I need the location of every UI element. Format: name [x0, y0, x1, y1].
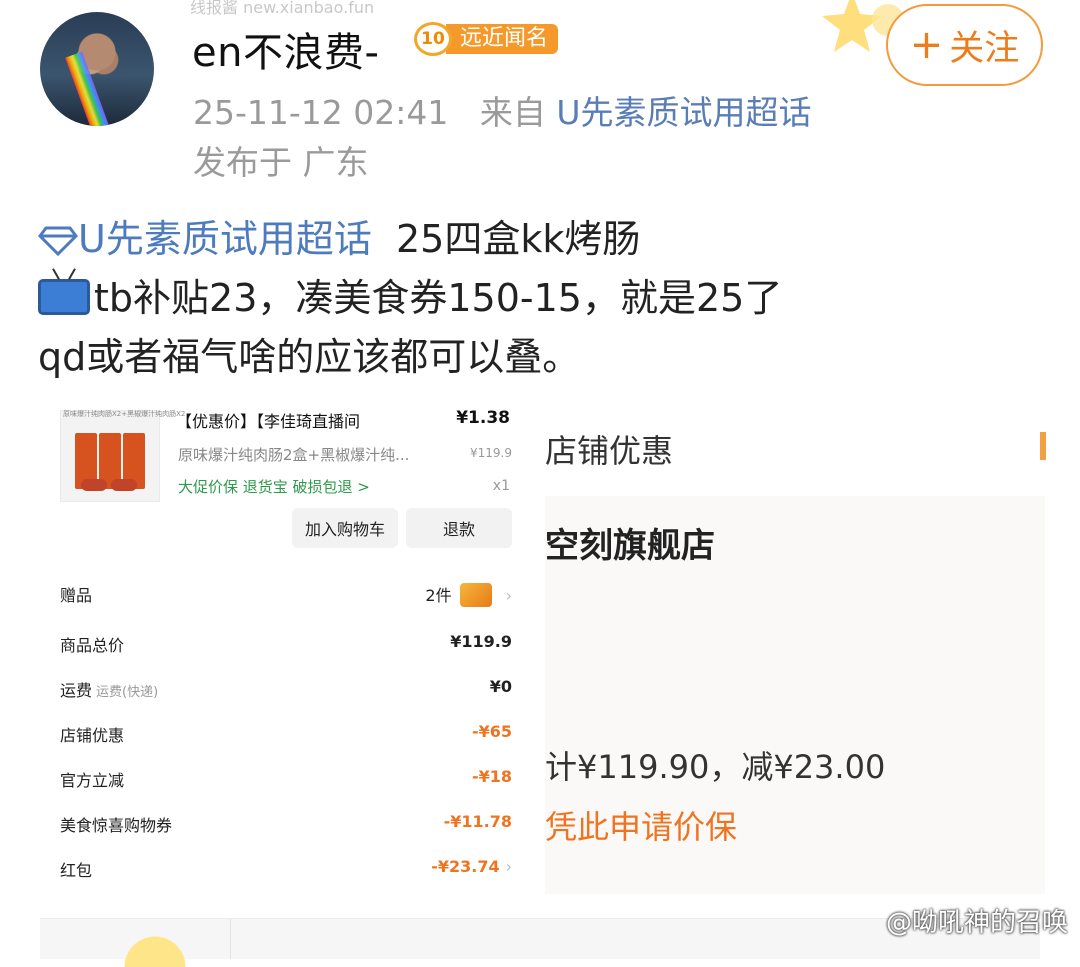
price-row-value: 2件 ›	[425, 582, 512, 607]
post-line-1-text: 25四盒kk烤肠	[396, 217, 641, 261]
price-row-label-text: 红包	[60, 861, 93, 880]
topic-link[interactable]: U先素质试用超话	[78, 217, 372, 261]
price-row: 运费 运费(快递) ¥0	[60, 677, 512, 707]
level-number: 10	[414, 22, 452, 56]
order-screenshot-right[interactable]: 店铺优惠 空刻旗舰店 计¥119.90，减¥23.00 凭此申请价保	[545, 396, 1045, 894]
price-row-label: 商品总价	[60, 632, 124, 656]
price-row-label: 红包	[60, 857, 92, 881]
post-body: U先素质试用超话 25四盒kk烤肠 tb补贴23，凑美食券150-15，就是25…	[38, 210, 1048, 387]
product-title: 【优惠价】【李佳琦直播间	[176, 412, 361, 431]
price-row-value-text: -¥23.74	[431, 857, 500, 876]
level-badge[interactable]: 10 远近闻名	[414, 22, 559, 56]
product-thumbnail: 原味爆汁纯肉肠X2+黑椒爆汁纯肉肠X2	[60, 410, 185, 502]
diamond-icon	[38, 226, 78, 256]
right-header: 店铺优惠	[545, 396, 1045, 496]
weibo-watermark: @呦吼神的召唤	[885, 908, 1068, 938]
post-line-2: tb补贴23，凑美食券150-15，就是25了	[38, 269, 1048, 328]
price-row-label: 美食惊喜购物券	[60, 812, 172, 836]
price-row-value-text: -¥11.78	[443, 812, 512, 831]
price-row-label-text: 运费	[60, 681, 93, 700]
price-row-label-text: 官方立减	[60, 771, 125, 790]
add-to-cart-button: 加入购物车	[292, 508, 398, 548]
price-row-value-text: ¥119.9	[450, 632, 512, 651]
from-prefix: 来自	[479, 93, 546, 132]
edge-marker	[1040, 432, 1046, 460]
product-spec: 原味爆汁纯肉肠2盒+黑椒爆汁纯...	[178, 446, 410, 464]
right-body: 空刻旗舰店 计¥119.90，减¥23.00 凭此申请价保	[545, 496, 1045, 894]
plus-icon: +	[909, 22, 944, 68]
follow-button[interactable]: + 关注	[886, 4, 1043, 86]
right-header-label: 店铺优惠	[545, 432, 674, 470]
price-row-label-text: 赠品	[60, 586, 93, 605]
price-row-label: 赠品	[60, 582, 92, 606]
post-line-2-text: tb补贴23，凑美食券150-15，就是25了	[94, 276, 783, 320]
price-row-value: ¥0	[490, 677, 512, 696]
price-row-label-text: 店铺优惠	[60, 726, 125, 745]
price-row-value: -¥11.78	[444, 812, 512, 831]
price-row-value-text: -¥18	[471, 767, 512, 786]
order-screenshot-left[interactable]: 原味爆汁纯肉肠X2+黑椒爆汁纯肉肠X2 【优惠价】【李佳琦直播间 ¥1.38 原…	[40, 396, 540, 894]
price-row: 店铺优惠 -¥65	[60, 722, 512, 752]
post-line-1: U先素质试用超话 25四盒kk烤肠	[38, 210, 1048, 269]
product-guarantee: 大促价保 退货宝 破损包退 >	[178, 478, 370, 496]
chevron-right-icon: ›	[505, 857, 512, 876]
price-row-value-text: ¥0	[489, 677, 512, 696]
price-row: 商品总价 ¥119.9	[60, 632, 512, 662]
price-row-label: 店铺优惠	[60, 722, 124, 746]
price-protect-link: 凭此申请价保	[545, 808, 738, 846]
chevron-right-icon: ›	[505, 586, 512, 605]
thumbnail-tag: 原味爆汁纯肉肠X2+黑椒爆汁纯肉肠X2	[63, 410, 186, 418]
price-row-label: 运费 运费(快递)	[60, 677, 158, 701]
price-row-label: 官方立减	[60, 767, 124, 791]
gift-icon	[459, 583, 492, 607]
post-meta: 25-11-12 02:41 来自 U先素质试用超话	[193, 86, 812, 134]
price-row[interactable]: 红包 -¥23.74 ›	[60, 857, 512, 887]
price-row: 美食惊喜购物券 -¥11.78	[60, 812, 512, 842]
price-row-value: -¥18	[472, 767, 512, 786]
product-qty: x1	[492, 478, 510, 494]
badge-label: 远近闻名	[446, 24, 559, 54]
post-location: 发布于 广东	[193, 143, 369, 182]
price-row-label-text: 商品总价	[60, 636, 125, 655]
price-row-label-text: 美食惊喜购物券	[60, 816, 173, 835]
avatar[interactable]	[40, 12, 154, 126]
price-row-value: -¥65	[472, 722, 512, 741]
price-row-value: ¥119.9	[450, 632, 512, 651]
price-row: 官方立减 -¥18	[60, 767, 512, 797]
top-faded-text: 线报酱 new.xianbao.fun	[190, 0, 375, 17]
refund-button: 退款	[406, 508, 512, 548]
price-row-value-text: -¥65	[471, 722, 512, 741]
price-row[interactable]: 赠品 2件 ›	[60, 582, 512, 612]
product-price: ¥1.38	[456, 408, 510, 428]
tv-icon	[38, 279, 90, 315]
post-line-3: qd或者福气啥的应该都可以叠。	[38, 335, 581, 379]
post-timestamp: 25-11-12 02:41	[193, 93, 449, 132]
author-name[interactable]: en不浪费-	[192, 20, 379, 78]
follow-label: 关注	[949, 28, 1020, 69]
sun-image	[100, 927, 210, 967]
price-row-value: -¥23.74 ›	[431, 857, 512, 876]
price-row-sublabel: 运费(快递)	[96, 685, 159, 700]
store-name: 空刻旗舰店	[545, 526, 715, 566]
price-row-value-text: 2件	[425, 586, 452, 605]
source-link[interactable]: U先素质试用超话	[556, 93, 811, 132]
discount-total: 计¥119.90，减¥23.00	[545, 748, 886, 786]
divider	[230, 919, 231, 959]
product-spec-price: ¥119.9	[470, 446, 512, 460]
